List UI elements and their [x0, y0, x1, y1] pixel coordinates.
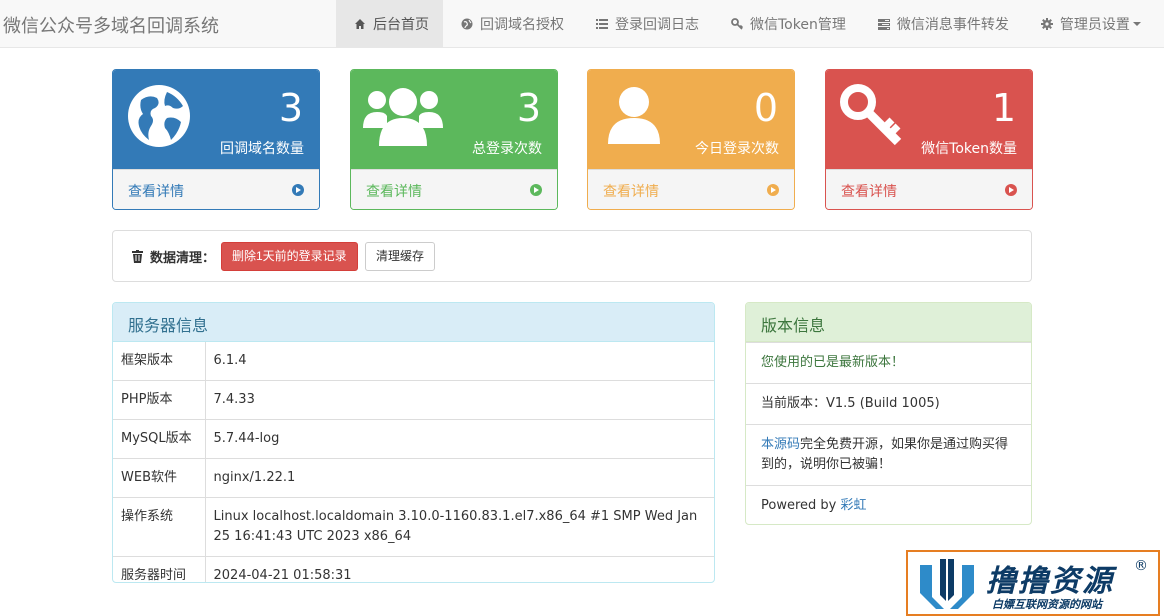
- nav-item-token[interactable]: 微信Token管理: [713, 0, 860, 48]
- registered-mark: ®: [1134, 558, 1148, 574]
- trash-icon: [132, 250, 143, 263]
- nav-item-msg-forward[interactable]: 微信消息事件转发: [860, 0, 1023, 48]
- user-icon: [608, 87, 660, 144]
- stat-panel-heading: 3 回调域名数量: [113, 70, 319, 169]
- row-key: 框架版本: [113, 342, 206, 381]
- stat-panel-heading: 1 微信Token数量: [826, 70, 1032, 169]
- stat-panel-heading: 3 总登录次数: [351, 70, 557, 169]
- caret-down-icon: [1132, 22, 1141, 26]
- stat-value: 0: [753, 86, 778, 130]
- watermark-title: 撸撸资源: [986, 564, 1114, 599]
- stat-label: 今日登录次数: [695, 141, 779, 157]
- stat-label: 回调域名数量: [220, 141, 304, 157]
- tasks-icon: [877, 19, 890, 30]
- users-icon: [363, 88, 443, 146]
- table-row: PHP版本 7.4.33: [113, 380, 714, 420]
- nav-label: 管理员设置: [1059, 17, 1130, 33]
- stat-value: 1: [991, 86, 1016, 130]
- data-cleanup-panel: 数据清理： 删除1天前的登录记录 清理缓存: [112, 230, 1032, 282]
- list-icon: [596, 19, 608, 29]
- powered-by: Powered by 彩虹: [746, 485, 1031, 524]
- version-info-title: 版本信息: [746, 303, 1031, 342]
- server-info-title: 服务器信息: [113, 303, 714, 342]
- view-details-label: 查看详情: [366, 184, 422, 200]
- stat-panel-tokens: 1 微信Token数量 查看详情: [825, 69, 1033, 210]
- server-info-table: 框架版本 6.1.4 PHP版本 7.4.33 MySQL版本 5.7.44-log …: [113, 342, 714, 582]
- server-info-panel: 服务器信息 框架版本 6.1.4 PHP版本 7.4.33 MySQL版本 5.7.4…: [112, 302, 715, 583]
- delete-old-logins-button[interactable]: 删除1天前的登录记录: [221, 242, 358, 271]
- nav-item-domain-auth[interactable]: 回调域名授权: [443, 0, 578, 48]
- arrow-circle-right-icon: [767, 184, 779, 196]
- version-info-panel: 版本信息 您使用的已是最新版本！ 当前版本：V1.5 (Build 1005) …: [745, 302, 1032, 525]
- stat-value: 3: [516, 86, 541, 130]
- globe-icon: [128, 85, 190, 147]
- row-value: nginx/1.22.1: [205, 458, 714, 498]
- nav-item-dashboard[interactable]: 后台首页: [336, 0, 443, 48]
- arrow-circle-right-icon: [292, 184, 304, 196]
- watermark-logo-icon: [920, 559, 974, 609]
- stat-value: 3: [278, 86, 303, 130]
- stat-panel-total-logins: 3 总登录次数 查看详情: [350, 69, 558, 210]
- view-details-label: 查看详情: [128, 184, 184, 200]
- row-key: WEB软件: [113, 458, 206, 498]
- view-details-link[interactable]: 查看详情: [588, 169, 794, 209]
- nav-label: 微信消息事件转发: [896, 17, 1009, 33]
- row-value: 2024-04-21 01:58:31: [205, 556, 714, 582]
- cleanup-title: 数据清理：: [150, 251, 216, 266]
- table-row: WEB软件 nginx/1.22.1: [113, 458, 714, 498]
- row-value: 7.4.33: [205, 380, 714, 420]
- row-key: MySQL版本: [113, 419, 206, 459]
- table-row: MySQL版本 5.7.44-log: [113, 419, 714, 459]
- key-icon: [731, 18, 743, 30]
- nav-item-admin-settings[interactable]: 管理员设置: [1023, 0, 1155, 48]
- powered-prefix: Powered by: [761, 498, 841, 513]
- stat-panel-today-logins: 0 今日登录次数 查看详情: [587, 69, 795, 210]
- table-row: 操作系统 Linux localhost.localdomain 3.10.0-1…: [113, 497, 714, 557]
- view-details-link[interactable]: 查看详情: [113, 169, 319, 209]
- stat-label: 微信Token数量: [921, 141, 1017, 157]
- nav-label: 后台首页: [373, 17, 429, 33]
- key-icon: [840, 84, 902, 146]
- home-icon: [355, 19, 365, 29]
- view-details-label: 查看详情: [603, 184, 659, 200]
- source-notice: 本源码完全免费开源，如果你是通过购买得到的，说明你已被骗！: [746, 424, 1031, 485]
- source-link[interactable]: 本源码: [761, 437, 800, 452]
- arrow-circle-right-icon: [1005, 184, 1017, 196]
- watermark: 撸撸资源 ® 白嫖互联网资源的网站: [906, 550, 1160, 616]
- brand-title[interactable]: 微信公众号多域名回调系统: [3, 12, 219, 38]
- clear-cache-button[interactable]: 清理缓存: [365, 242, 436, 271]
- stat-label: 总登录次数: [472, 141, 542, 157]
- nav-label: 微信Token管理: [750, 17, 846, 33]
- table-row: 服务器时间 2024-04-21 01:58:31: [113, 556, 714, 582]
- watermark-subtitle: 白嫖互联网资源的网站: [992, 598, 1102, 611]
- stat-panel-domains: 3 回调域名数量 查看详情: [112, 69, 320, 210]
- author-link[interactable]: 彩虹: [840, 498, 866, 513]
- stat-panel-heading: 0 今日登录次数: [588, 70, 794, 169]
- row-key: PHP版本: [113, 380, 206, 420]
- row-key: 操作系统: [113, 497, 206, 557]
- view-details-link[interactable]: 查看详情: [826, 169, 1032, 209]
- view-details-link[interactable]: 查看详情: [351, 169, 557, 209]
- row-value: 5.7.44-log: [205, 419, 714, 459]
- row-value: 6.1.4: [213, 353, 247, 368]
- nav-item-login-log[interactable]: 登录回调日志: [578, 0, 713, 48]
- main-nav: 后台首页 回调域名授权 登录回调日志 微信Token管理 微信消息事件转发 管理…: [336, 0, 1155, 48]
- nav-label: 登录回调日志: [615, 17, 699, 33]
- row-key: 服务器时间: [113, 556, 206, 582]
- latest-version-msg: 您使用的已是最新版本！: [746, 342, 1031, 383]
- globe-icon: [461, 18, 473, 30]
- view-details-label: 查看详情: [841, 184, 897, 200]
- arrow-circle-right-icon: [530, 184, 542, 196]
- current-version: 当前版本：V1.5 (Build 1005): [746, 383, 1031, 424]
- table-row: 框架版本 6.1.4: [113, 342, 714, 381]
- cog-icon: [1040, 18, 1053, 30]
- nav-label: 回调域名授权: [480, 17, 564, 33]
- row-value: Linux localhost.localdomain 3.10.0-1160.…: [205, 497, 714, 557]
- top-navbar: 微信公众号多域名回调系统 后台首页 回调域名授权 登录回调日志 微信Token管…: [0, 0, 1164, 48]
